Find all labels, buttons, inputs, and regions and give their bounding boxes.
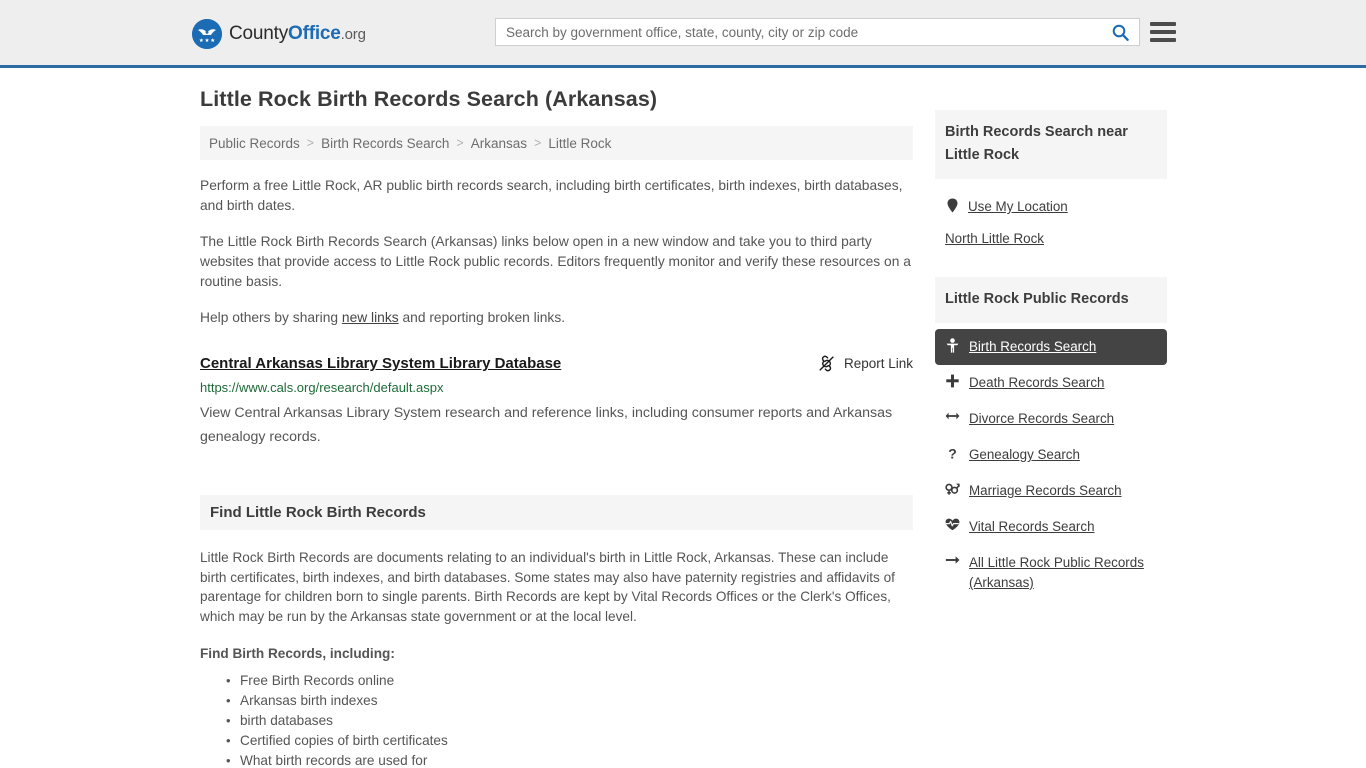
sidebar-item-all-public-records[interactable]: All Little Rock Public Records (Arkansas… xyxy=(935,545,1167,601)
sidebar-item-use-my-location[interactable]: Use My Location xyxy=(935,191,1167,223)
divorce-records-search-link[interactable]: Divorce Records Search xyxy=(969,409,1114,429)
result-url: https://www.cals.org/research/default.as… xyxy=(200,380,444,395)
baby-icon xyxy=(945,337,960,353)
sidebar-item-death-records-search[interactable]: Death Records Search xyxy=(935,365,1167,401)
result-title-link[interactable]: Central Arkansas Library System Library … xyxy=(200,354,561,374)
breadcrumb-item-little-rock: Little Rock xyxy=(548,135,612,151)
all-public-records-link[interactable]: All Little Rock Public Records (Arkansas… xyxy=(969,553,1167,593)
map-pin-icon xyxy=(945,197,959,213)
hamburger-menu-icon-bar xyxy=(1150,38,1176,42)
section-heading: Find Little Rock Birth Records xyxy=(200,495,913,530)
vital-records-search-link[interactable]: Vital Records Search xyxy=(969,517,1095,537)
section-subheading: Find Birth Records, including: xyxy=(200,646,395,661)
search-icon xyxy=(1112,24,1129,41)
hamburger-menu-icon-bar xyxy=(1150,30,1176,34)
intro-p3-before: Help others by sharing xyxy=(200,310,342,325)
new-links-link[interactable]: new links xyxy=(342,310,399,325)
sidebar-near-links: Use My Location North Little Rock xyxy=(935,179,1167,255)
search-bar[interactable] xyxy=(495,18,1140,46)
sidebar-item-vital-records-search[interactable]: Vital Records Search xyxy=(935,509,1167,545)
search-button[interactable] xyxy=(1101,19,1139,45)
venus-mars-icon xyxy=(945,481,960,496)
report-link-button[interactable]: Report Link xyxy=(818,354,913,372)
cross-icon xyxy=(945,373,960,388)
search-result-item: Central Arkansas Library System Library … xyxy=(200,354,913,449)
page-title: Little Rock Birth Records Search (Arkans… xyxy=(200,87,658,111)
breadcrumb-separator: > xyxy=(534,136,542,150)
intro-paragraph-1: Perform a free Little Rock, AR public bi… xyxy=(200,178,903,213)
svg-text:?: ? xyxy=(948,446,957,461)
intro-text: Perform a free Little Rock, AR public bi… xyxy=(200,176,913,328)
list-item: birth databases xyxy=(226,711,913,731)
sidebar: Birth Records Search near Little Rock Us… xyxy=(935,110,1167,623)
hamburger-menu-icon-bar xyxy=(1150,22,1176,26)
county-office-logo-icon xyxy=(192,19,222,49)
sidebar-near-heading: Birth Records Search near Little Rock xyxy=(935,110,1167,179)
question-mark-icon: ? xyxy=(945,445,960,461)
list-item: What birth records are used for xyxy=(226,751,913,768)
result-description: View Central Arkansas Library System res… xyxy=(200,405,893,445)
page-body: Little Rock Birth Records Search (Arkans… xyxy=(0,68,1366,768)
birth-records-search-link[interactable]: Birth Records Search xyxy=(969,337,1096,357)
breadcrumb-item-birth-records-search[interactable]: Birth Records Search xyxy=(321,136,449,151)
sidebar-public-records-heading: Little Rock Public Records xyxy=(935,277,1167,323)
list-item: Certified copies of birth certificates xyxy=(226,731,913,751)
main-column: Little Rock Birth Records Search (Arkans… xyxy=(200,86,913,768)
site-logo[interactable]: CountyOffice.org xyxy=(192,19,366,49)
sidebar-item-marriage-records-search[interactable]: Marriage Records Search xyxy=(935,473,1167,509)
logo-text-org: .org xyxy=(340,26,366,43)
sidebar-item-north-little-rock[interactable]: North Little Rock xyxy=(935,223,1167,255)
logo-wordmark: CountyOffice.org xyxy=(229,23,366,45)
hamburger-menu-button[interactable] xyxy=(1150,19,1176,45)
sidebar-box-public-records: Little Rock Public Records Birth Records… xyxy=(935,277,1167,601)
search-input[interactable] xyxy=(496,19,1101,45)
arrows-horizontal-icon xyxy=(945,409,960,422)
north-little-rock-link[interactable]: North Little Rock xyxy=(945,229,1044,249)
breadcrumb-item-public-records[interactable]: Public Records xyxy=(209,136,300,151)
marriage-records-search-link[interactable]: Marriage Records Search xyxy=(969,481,1122,501)
section-body: Little Rock Birth Records are documents … xyxy=(200,548,913,768)
genealogy-search-link[interactable]: Genealogy Search xyxy=(969,445,1080,465)
public-records-nav: Birth Records Search Death Records Searc… xyxy=(935,323,1167,601)
intro-paragraph-3: Help others by sharing new links and rep… xyxy=(200,308,913,328)
list-item: Free Birth Records online xyxy=(226,671,913,691)
logo-text-office: Office xyxy=(288,23,341,44)
birth-records-list: Free Birth Records online Arkansas birth… xyxy=(200,671,913,768)
site-header: CountyOffice.org xyxy=(0,0,1366,68)
sidebar-item-divorce-records-search[interactable]: Divorce Records Search xyxy=(935,401,1167,437)
breadcrumb-separator: > xyxy=(306,136,315,150)
death-records-search-link[interactable]: Death Records Search xyxy=(969,373,1104,393)
sidebar-item-birth-records-search[interactable]: Birth Records Search xyxy=(935,329,1167,365)
sidebar-box-near-search: Birth Records Search near Little Rock Us… xyxy=(935,110,1167,255)
section-paragraph: Little Rock Birth Records are documents … xyxy=(200,550,895,624)
intro-p3-after: and reporting broken links. xyxy=(398,310,566,325)
breadcrumb-separator: > xyxy=(456,136,464,150)
sidebar-item-genealogy-search[interactable]: ? Genealogy Search xyxy=(935,437,1167,473)
arrow-right-icon xyxy=(945,553,960,566)
logo-text-county: County xyxy=(229,23,289,44)
breadcrumb-item-arkansas[interactable]: Arkansas xyxy=(471,136,527,151)
report-link-label: Report Link xyxy=(843,356,913,371)
breadcrumb: Public Records > Birth Records Search > … xyxy=(200,126,913,160)
broken-link-icon xyxy=(818,355,835,372)
heartbeat-icon xyxy=(945,517,960,531)
list-item: Arkansas birth indexes xyxy=(226,691,913,711)
use-my-location-link[interactable]: Use My Location xyxy=(968,197,1068,217)
intro-paragraph-2: The Little Rock Birth Records Search (Ar… xyxy=(200,234,911,289)
result-header-row: Central Arkansas Library System Library … xyxy=(200,354,913,374)
